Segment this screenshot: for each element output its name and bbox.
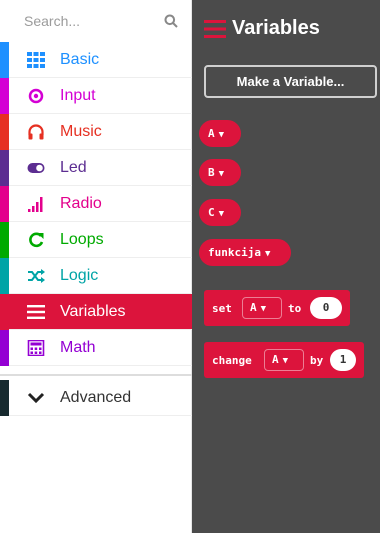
- change-variable-dropdown[interactable]: A ▼: [264, 349, 304, 371]
- category-led[interactable]: Led: [0, 150, 192, 186]
- refresh-icon: [29, 232, 44, 248]
- category-color-bar: [0, 114, 9, 150]
- set-variable-dropdown[interactable]: A ▼: [242, 297, 282, 319]
- set-keyword: set: [212, 302, 232, 315]
- chevron-down-icon: [27, 392, 45, 404]
- category-variables[interactable]: Variables: [0, 294, 192, 330]
- category-input[interactable]: Input: [0, 78, 192, 114]
- make-variable-button[interactable]: Make a Variable...: [204, 65, 377, 98]
- category-color-bar: [0, 380, 9, 416]
- dropdown-caret-icon: ▼: [218, 209, 225, 219]
- dropdown-value: A: [250, 301, 257, 314]
- dropdown-caret-icon: ▼: [218, 169, 225, 179]
- toolbox-sidebar: Search... Basic Input Music Led Radio Lo…: [0, 0, 192, 533]
- category-label: Loops: [60, 231, 104, 248]
- toolbox-divider: [0, 374, 192, 376]
- dropdown-caret-icon: ▼: [264, 249, 271, 259]
- category-color-bar: [0, 186, 9, 222]
- headphones-icon: [28, 124, 44, 140]
- category-music[interactable]: Music: [0, 114, 192, 150]
- variable-name: B: [208, 166, 215, 179]
- signal-bars-icon: [28, 197, 43, 212]
- flyout-title: Variables: [232, 17, 320, 39]
- category-label: Advanced: [60, 389, 132, 406]
- search-input[interactable]: Search...: [24, 13, 80, 29]
- category-advanced[interactable]: Advanced: [0, 380, 192, 416]
- category-label: Radio: [60, 195, 102, 212]
- to-keyword: to: [288, 302, 302, 315]
- variable-name: funkcija: [208, 246, 261, 259]
- category-label: Basic: [60, 51, 100, 68]
- calculator-icon: [27, 340, 45, 356]
- dropdown-caret-icon: ▼: [218, 130, 225, 140]
- variable-name: C: [208, 206, 215, 219]
- category-label: Led: [60, 159, 87, 176]
- variable-block-a[interactable]: A ▼: [199, 120, 241, 147]
- change-variable-block[interactable]: change A ▼ by 1: [204, 342, 364, 378]
- category-logic[interactable]: Logic: [0, 258, 192, 294]
- grid-icon: [27, 52, 45, 68]
- dropdown-caret-icon: ▼: [282, 356, 289, 366]
- circle-dot-icon: [28, 88, 44, 104]
- variable-block-b[interactable]: B ▼: [199, 159, 241, 186]
- search-box[interactable]: Search...: [0, 0, 192, 42]
- category-color-bar: [0, 42, 9, 78]
- category-color-bar: [0, 294, 9, 330]
- change-value-input[interactable]: 1: [330, 349, 356, 371]
- variable-block-funkcija[interactable]: funkcija ▼: [199, 239, 291, 266]
- category-color-bar: [0, 330, 9, 366]
- set-variable-block[interactable]: set A ▼ to 0: [204, 290, 350, 326]
- list-icon: [204, 20, 226, 38]
- dropdown-value: A: [272, 353, 279, 366]
- category-label: Music: [60, 123, 102, 140]
- category-math[interactable]: Math: [0, 330, 192, 366]
- set-value-input[interactable]: 0: [310, 297, 342, 319]
- dropdown-caret-icon: ▼: [260, 304, 267, 314]
- variable-name: A: [208, 127, 215, 140]
- search-icon[interactable]: [164, 14, 178, 28]
- variable-block-c[interactable]: C ▼: [199, 199, 241, 226]
- toggle-icon: [27, 163, 45, 173]
- category-radio[interactable]: Radio: [0, 186, 192, 222]
- category-loops[interactable]: Loops: [0, 222, 192, 258]
- category-color-bar: [0, 222, 9, 258]
- category-color-bar: [0, 150, 9, 186]
- by-keyword: by: [310, 354, 324, 367]
- category-label: Input: [60, 87, 96, 104]
- category-label: Math: [60, 339, 96, 356]
- category-color-bar: [0, 258, 9, 294]
- list-icon: [27, 305, 45, 319]
- category-label: Logic: [60, 267, 99, 284]
- category-color-bar: [0, 78, 9, 114]
- change-keyword: change: [212, 354, 252, 367]
- shuffle-icon: [28, 269, 45, 283]
- category-basic[interactable]: Basic: [0, 42, 192, 78]
- category-label: Variables: [60, 303, 126, 320]
- make-variable-label: Make a Variable...: [236, 74, 345, 89]
